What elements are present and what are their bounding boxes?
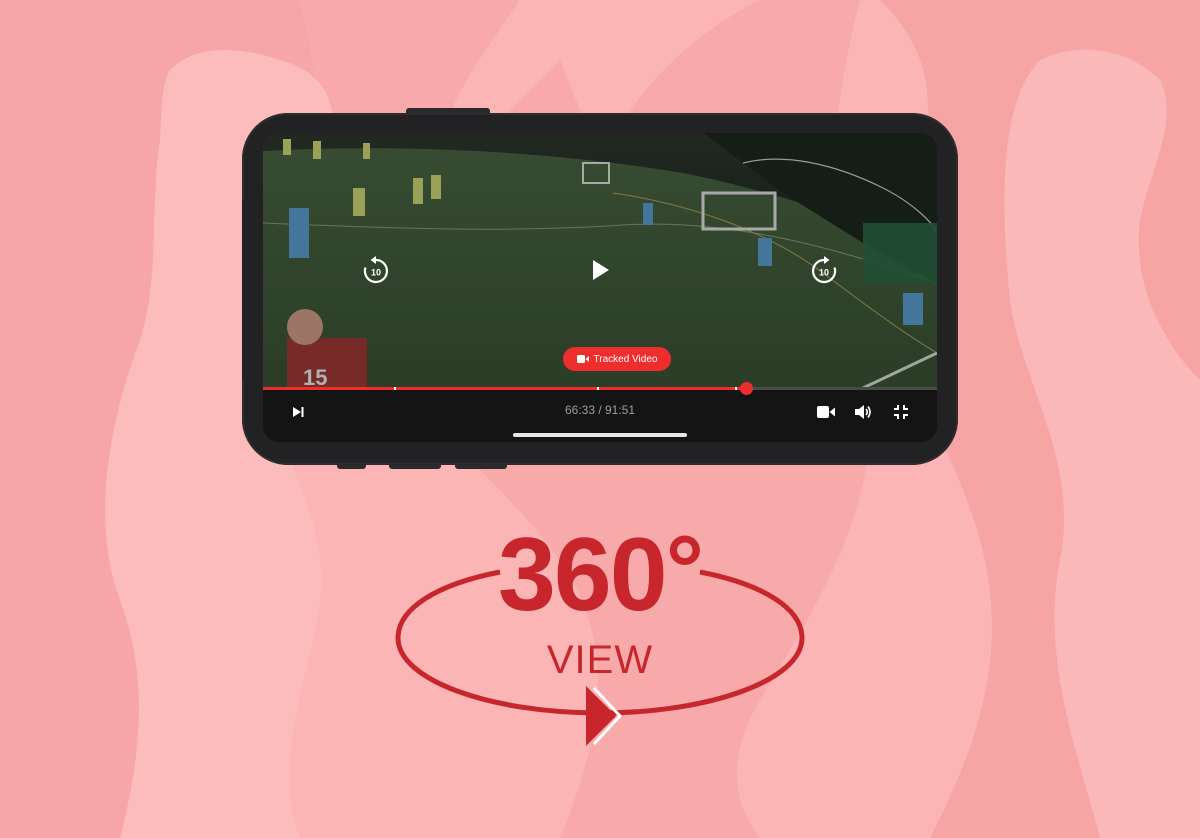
chapter-mark <box>734 387 737 390</box>
chapter-mark <box>597 387 600 390</box>
chapter-mark <box>394 387 397 390</box>
video-frame[interactable]: 15 10 10 Tracked Video <box>263 133 937 388</box>
camera-button[interactable] <box>813 401 839 423</box>
360-view-logo: 360° VIEW <box>390 516 810 760</box>
play-button[interactable] <box>585 255 615 285</box>
side-button-bottom-3 <box>455 464 507 469</box>
video-camera-small-icon <box>576 355 589 363</box>
exit-fullscreen-icon <box>894 405 908 419</box>
rewind-10-label: 10 <box>371 268 381 278</box>
tracked-video-label: Tracked Video <box>593 353 658 365</box>
volume-button[interactable] <box>850 401 876 423</box>
badge-caption: VIEW <box>546 638 654 682</box>
exit-fullscreen-button[interactable] <box>889 401 913 423</box>
rewind-10-icon: 10 <box>363 256 388 284</box>
degree-symbol: ° <box>665 516 704 623</box>
side-button-bottom-2 <box>389 464 441 469</box>
badge-number: 360 <box>498 517 668 633</box>
rewind-10-button[interactable]: 10 <box>358 255 394 287</box>
home-indicator <box>513 433 687 437</box>
play-icon <box>593 260 609 280</box>
forward-10-button[interactable]: 10 <box>806 255 842 287</box>
progress-fill <box>263 387 746 390</box>
tracked-video-pill[interactable]: Tracked Video <box>563 347 671 371</box>
progress-bar[interactable] <box>263 382 937 395</box>
phone-screen: 15 10 10 Tracked Video 66:33 / 91:51 <box>263 133 937 442</box>
forward-10-icon: 10 <box>812 256 837 284</box>
side-button-bottom-1 <box>337 464 366 469</box>
progress-knob[interactable] <box>739 382 753 395</box>
video-camera-icon <box>817 406 835 418</box>
volume-icon <box>855 405 871 419</box>
badge-number-row: 360° <box>390 516 810 633</box>
forward-10-label: 10 <box>819 268 829 278</box>
side-button-top <box>406 108 490 114</box>
